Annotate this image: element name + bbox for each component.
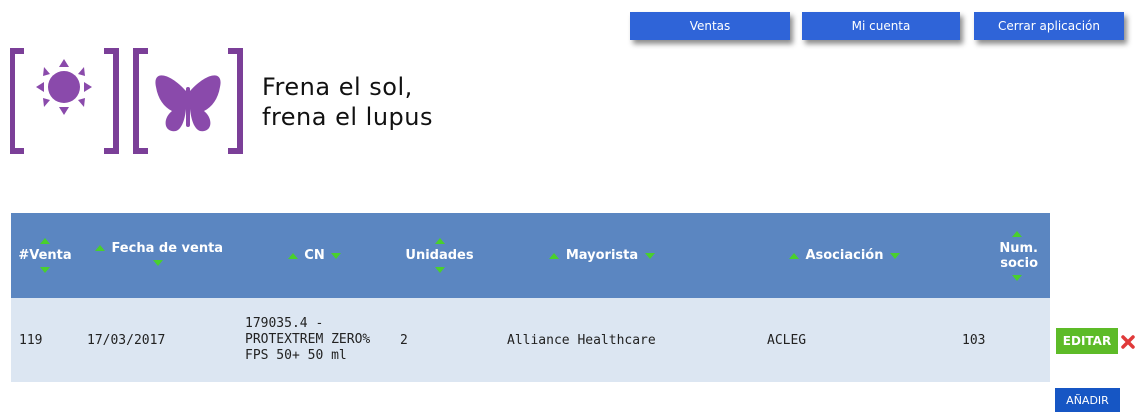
cell-num-socio: 103 <box>922 298 1050 382</box>
nav-logout-button[interactable]: Cerrar aplicación <box>974 12 1124 40</box>
col-fecha-header[interactable]: Fecha de venta <box>79 213 237 298</box>
tagline-line-1: Frena el sol, <box>262 73 413 101</box>
sort-desc-icon[interactable] <box>434 267 445 273</box>
sort-asc-icon[interactable] <box>549 252 560 259</box>
sort-asc-icon[interactable] <box>40 238 50 244</box>
delete-x-icon[interactable] <box>1120 334 1136 350</box>
sort-desc-icon[interactable] <box>644 252 655 259</box>
cell-asociacion: ACLEG <box>717 298 922 382</box>
brand-tagline: Frena el sol, frena el lupus <box>262 72 433 132</box>
butterfly-bracket-icon <box>133 48 243 154</box>
sort-asc-icon[interactable] <box>434 238 445 244</box>
sort-desc-icon[interactable] <box>153 260 163 266</box>
cell-venta: 119 <box>11 298 79 382</box>
sun-bracket-icon <box>9 48 119 154</box>
cell-mayorista: Alliance Healthcare <box>487 298 717 382</box>
nav-sales-button[interactable]: Ventas <box>630 12 790 40</box>
col-cn-header[interactable]: CN <box>237 213 392 298</box>
col-unidades-header[interactable]: Unidades <box>392 213 487 298</box>
sort-asc-icon[interactable] <box>287 252 298 259</box>
col-venta-header[interactable]: #Venta <box>11 213 79 298</box>
logo-graphic <box>9 48 243 154</box>
sort-desc-icon[interactable] <box>1012 274 1022 281</box>
table-header-row: #Venta Fecha de venta CN Unidades Mayori… <box>11 213 1050 298</box>
col-mayorista-header[interactable]: Mayorista <box>487 213 717 298</box>
sort-asc-icon[interactable] <box>788 252 799 259</box>
nav-account-button[interactable]: Mi cuenta <box>802 12 960 40</box>
cell-unidades: 2 <box>392 298 487 382</box>
edit-button[interactable]: EDITAR <box>1056 328 1118 354</box>
brand-logo <box>9 47 250 161</box>
table-row[interactable]: 119 17/03/2017 179035.4 - PROTEXTREM ZER… <box>11 298 1050 382</box>
sort-desc-icon[interactable] <box>331 252 342 259</box>
sort-asc-icon[interactable] <box>94 245 105 251</box>
sort-asc-icon[interactable] <box>1012 230 1022 237</box>
sort-desc-icon[interactable] <box>40 267 50 273</box>
col-num-socio-header[interactable]: Num. socio <box>922 213 1050 298</box>
sales-table: #Venta Fecha de venta CN Unidades Mayori… <box>11 213 1050 382</box>
add-button[interactable]: AÑADIR <box>1055 388 1120 412</box>
tagline-line-2: frena el lupus <box>262 103 433 131</box>
col-asociacion-header[interactable]: Asociación <box>717 213 922 298</box>
cell-cn: 179035.4 - PROTEXTREM ZERO% FPS 50+ 50 m… <box>237 298 392 382</box>
sort-desc-icon[interactable] <box>890 252 900 259</box>
cell-fecha: 17/03/2017 <box>79 298 237 382</box>
